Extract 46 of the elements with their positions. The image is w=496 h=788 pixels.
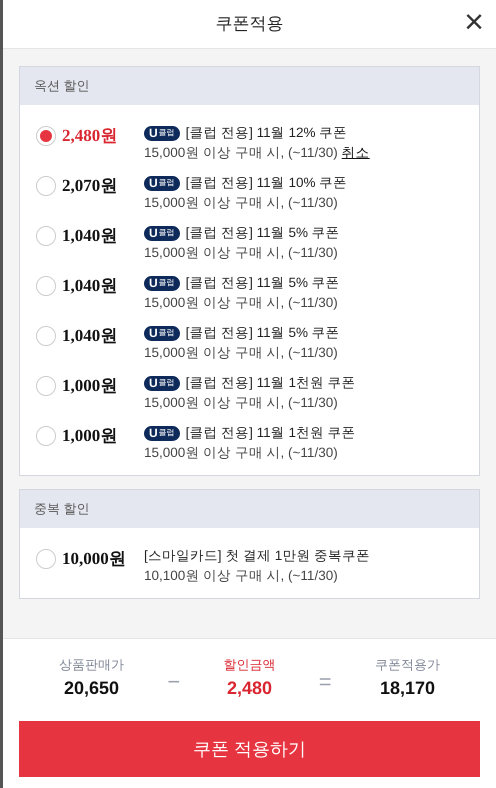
coupon-title: [클럽 전용] 11월 1천원 쿠폰: [186, 374, 356, 392]
coupon-title: [클럽 전용] 11월 1천원 쿠폰: [186, 424, 356, 442]
summary-label: 할인금액: [223, 656, 276, 674]
coupon-condition: 15,000원 이상 구매 시, (~11/30): [144, 194, 338, 212]
operator-sign: =: [318, 668, 332, 696]
coupon-title: [클럽 전용] 11월 10% 쿠폰: [186, 174, 348, 192]
coupon-condition: 15,000원 이상 구매 시, (~11/30): [144, 394, 338, 412]
dialog-title: 쿠폰적용: [216, 13, 284, 36]
discount-amount: 1,000원: [62, 425, 118, 447]
coupon-title: [클럽 전용] 11월 5% 쿠폰: [186, 324, 340, 342]
discount-amount: 2,070원: [62, 175, 118, 197]
coupon-title: [스마일카드] 첫 결제 1만원 중복쿠폰: [144, 547, 370, 565]
discount-amount: 1,000원: [62, 375, 118, 397]
coupon-condition: 10,100원 이상 구매 시, (~11/30): [144, 567, 338, 585]
discount-amount: 1,040원: [62, 275, 118, 297]
close-button[interactable]: ×: [458, 6, 490, 38]
coupon-condition: 15,000원 이상 구매 시, (~11/30): [144, 294, 338, 312]
radio-button[interactable]: [36, 426, 56, 446]
radio-button[interactable]: [36, 376, 56, 396]
summary-value: 2,480: [226, 676, 272, 700]
radio-button[interactable]: [36, 326, 56, 346]
section-title: 중복 할인: [34, 500, 90, 518]
radio-button[interactable]: [36, 548, 56, 569]
discount-amount: 2,480원: [62, 125, 118, 147]
summary-value: 18,170: [380, 676, 435, 700]
coupon-condition: 15,000원 이상 구매 시, (~11/30): [144, 244, 338, 262]
operator-sign: −: [167, 668, 180, 696]
coupon-title: [클럽 전용] 11월 5% 쿠폰: [186, 224, 340, 242]
radio-button[interactable]: [36, 126, 56, 146]
coupon-condition: 15,000원 이상 구매 시, (~11/30): [144, 444, 338, 462]
summary-value: 20,650: [64, 676, 120, 700]
discount-amount: 1,040원: [62, 325, 118, 347]
radio-button[interactable]: [36, 276, 56, 296]
radio-button[interactable]: [36, 226, 56, 246]
apply-coupon-button[interactable]: 쿠폰 적용하기: [19, 721, 480, 777]
coupon-condition: 15,000원 이상 구매 시, (~11/30): [144, 344, 338, 362]
discount-amount: 1,040원: [62, 225, 118, 247]
radio-button[interactable]: [36, 176, 56, 196]
coupon-title: [클럽 전용] 11월 5% 쿠폰: [186, 274, 340, 292]
cancel-link[interactable]: 취소: [342, 143, 370, 163]
summary-label: 쿠폰적용가: [374, 656, 440, 674]
coupon-title: [클럽 전용] 11월 12% 쿠폰: [186, 124, 348, 142]
section-title: 옥션 할인: [34, 77, 90, 96]
coupon-condition: 15,000원 이상 구매 시, (~11/30): [144, 144, 338, 162]
summary-label: 상품판매가: [59, 656, 124, 674]
discount-amount: 10,000원: [62, 548, 126, 570]
